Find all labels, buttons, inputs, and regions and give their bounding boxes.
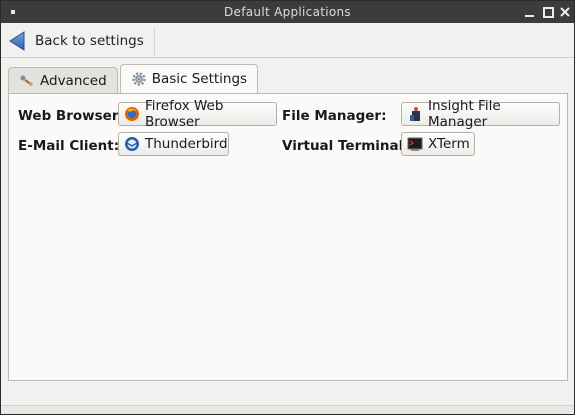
email-client-value: Thunderbird bbox=[145, 136, 228, 152]
minimize-button[interactable] bbox=[522, 4, 538, 20]
web-browser-button[interactable]: Firefox Web Browser bbox=[118, 98, 277, 130]
advanced-icon bbox=[20, 75, 33, 86]
file-manager-label: File Manager: bbox=[282, 108, 387, 124]
tab-bar: Advanced Basic Settings bbox=[8, 64, 260, 93]
back-arrow-icon bbox=[9, 31, 25, 51]
window-bottom-edge bbox=[1, 405, 574, 414]
tab-advanced-label: Advanced bbox=[40, 72, 107, 89]
tab-basic-settings[interactable]: Basic Settings bbox=[119, 64, 259, 93]
email-client-button[interactable]: Thunderbird bbox=[118, 132, 229, 156]
basic-settings-panel: Web Browser: Firefox Web Browser File Ma… bbox=[8, 93, 568, 381]
file-manager-icon bbox=[410, 107, 420, 121]
file-manager-value: Insight File Manager bbox=[428, 98, 501, 130]
virtual-terminal-button[interactable]: XTerm bbox=[401, 132, 475, 156]
web-browser-label: Web Browser: bbox=[18, 108, 124, 124]
thunderbird-icon bbox=[125, 137, 139, 151]
toolbar: Back to settings bbox=[1, 23, 574, 58]
title-bar: Default Applications bbox=[1, 1, 574, 23]
window-title: Default Applications bbox=[224, 5, 351, 19]
virtual-terminal-label: Virtual Terminal: bbox=[282, 138, 409, 154]
firefox-icon bbox=[125, 107, 139, 121]
file-manager-button[interactable]: Insight File Manager bbox=[401, 98, 560, 130]
web-browser-value: Firefox Web Browser bbox=[145, 98, 224, 130]
back-to-settings-label: Back to settings bbox=[35, 33, 144, 49]
default-applications-window: Default Applications Back to settings Ad… bbox=[0, 0, 575, 415]
email-client-label: E-Mail Client: bbox=[18, 138, 120, 154]
virtual-terminal-value: XTerm bbox=[428, 136, 470, 152]
close-icon bbox=[560, 7, 570, 17]
terminal-icon bbox=[407, 137, 423, 151]
close-button[interactable] bbox=[557, 4, 573, 20]
back-to-settings-button[interactable]: Back to settings bbox=[7, 27, 155, 55]
gear-icon bbox=[131, 72, 146, 86]
maximize-button[interactable] bbox=[540, 4, 556, 20]
tab-advanced[interactable]: Advanced bbox=[8, 67, 118, 93]
tab-basic-settings-label: Basic Settings bbox=[151, 71, 248, 87]
